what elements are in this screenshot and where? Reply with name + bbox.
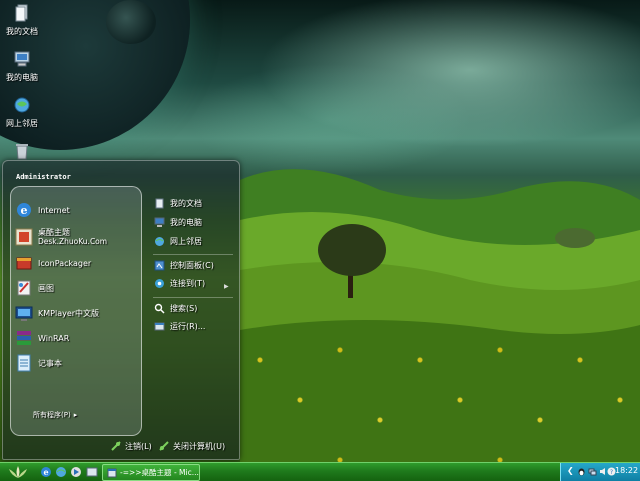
lotus-start-icon (9, 466, 27, 478)
program-label: WinRAR (38, 333, 70, 343)
media-player-icon[interactable] (70, 466, 82, 478)
place-connect-to[interactable]: 连接到(T) (154, 276, 205, 290)
network-connection-icon[interactable] (588, 467, 597, 476)
program-sublabel: Desk.ZhuoKu.Com (38, 237, 108, 246)
key-icon (111, 441, 121, 451)
connect-icon (155, 278, 164, 288)
control-panel-icon (154, 260, 165, 270)
program-internet[interactable]: e Internet (15, 199, 70, 221)
shutdown-label: 关闭计算机(U) (173, 441, 226, 451)
desktop-icon-network[interactable]: 网上邻居 (0, 96, 44, 129)
search-icon (154, 303, 165, 314)
logoff-button[interactable]: 注销(L) (111, 440, 152, 452)
program-winrar[interactable]: WinRAR (15, 327, 69, 349)
menu-separator (153, 297, 233, 298)
place-label: 搜索(S) (170, 303, 198, 313)
place-label: 连接到(T) (170, 278, 206, 288)
winrar-icon (17, 331, 31, 345)
flower-field (240, 330, 640, 462)
program-label: Internet (38, 205, 70, 215)
desktop-icon-my-documents[interactable]: 我的文档 (0, 4, 44, 37)
desktop-icon-my-computer[interactable]: 我的电脑 (0, 50, 44, 83)
notepad-icon (17, 354, 31, 372)
paint-icon (17, 280, 31, 296)
documents-icon (155, 198, 164, 208)
internet-explorer-icon: e (17, 203, 31, 217)
desktop-icon-label: 网上邻居 (6, 119, 38, 128)
program-label: KMPlayer中文版 (38, 308, 100, 318)
place-label: 网上邻居 (170, 236, 202, 246)
documents-icon (15, 4, 28, 22)
iconpackager-icon (16, 257, 32, 270)
computer-icon (14, 51, 30, 67)
network-icon[interactable] (55, 466, 67, 478)
moon-graphic (106, 0, 156, 44)
recycle-bin-icon (16, 144, 28, 160)
svg-text:e: e (21, 204, 28, 217)
logoff-label: 注销(L) (125, 441, 152, 451)
place-control-panel[interactable]: 控制面板(C) (154, 258, 214, 272)
start-menu-username: Administrator (16, 173, 71, 181)
zhuoku-theme-icon (15, 228, 33, 246)
program-label: IconPackager (38, 258, 92, 268)
run-icon (154, 322, 165, 330)
place-my-documents[interactable]: 我的文档 (154, 196, 202, 210)
all-programs-label: 所有程序(P) (33, 411, 71, 419)
place-label: 我的电脑 (170, 217, 202, 227)
arrow-right-icon: ▶ (224, 283, 229, 290)
program-iconpackager[interactable]: IconPackager (15, 252, 91, 274)
desktop-icon-label: 我的文档 (6, 27, 38, 36)
power-icon (159, 441, 169, 451)
program-label: 记事本 (38, 358, 62, 368)
taskbar-window-label: -=>>桌酷主题 - Mic... (120, 468, 199, 477)
arrow-right-icon: ▸ (73, 411, 78, 419)
program-zhuoku-theme[interactable]: 桌酷主题 Desk.ZhuoKu.Com (15, 226, 107, 248)
place-label: 运行(R)... (170, 321, 206, 331)
place-run[interactable]: 运行(R)... (154, 319, 205, 333)
program-paint[interactable]: 画图 (15, 277, 54, 299)
network-icon (14, 97, 30, 113)
show-desktop-icon[interactable] (86, 466, 98, 478)
start-menu: Administrator e Internet 桌酷主题 Desk.ZhuoK… (2, 160, 240, 460)
window-icon (107, 468, 117, 477)
program-label: 画图 (38, 283, 54, 293)
program-kmplayer[interactable]: KMPlayer中文版 (15, 302, 99, 324)
network-icon (155, 236, 164, 246)
qq-penguin-icon[interactable] (577, 467, 586, 476)
computer-icon (154, 217, 165, 227)
program-notepad[interactable]: 记事本 (15, 352, 62, 374)
taskbar: e -=>>桌酷主题 - Mic... ❮ ? 18:22 (0, 462, 640, 481)
svg-text:e: e (43, 467, 48, 477)
all-programs-button[interactable]: 所有程序(P) ▸ (33, 410, 77, 420)
place-my-computer[interactable]: 我的电脑 (154, 215, 202, 229)
place-network[interactable]: 网上邻居 (154, 234, 202, 248)
place-label: 我的文档 (170, 198, 202, 208)
tray-expand-icon[interactable]: ❮ (567, 466, 574, 475)
program-label: 桌酷主题 (38, 228, 70, 237)
taskbar-window-button[interactable]: -=>>桌酷主题 - Mic... (102, 464, 200, 481)
taskbar-clock[interactable]: 18:22 (615, 466, 638, 475)
kmplayer-icon (15, 306, 33, 321)
place-search[interactable]: 搜索(S) (154, 301, 197, 315)
place-label: 控制面板(C) (170, 260, 214, 270)
menu-separator (153, 254, 233, 255)
svg-text:?: ? (610, 469, 613, 476)
start-button[interactable] (4, 464, 32, 480)
internet-explorer-icon[interactable]: e (40, 466, 52, 478)
desktop-icon-label: 我的电脑 (6, 73, 38, 82)
shutdown-button[interactable]: 关闭计算机(U) (159, 440, 225, 452)
